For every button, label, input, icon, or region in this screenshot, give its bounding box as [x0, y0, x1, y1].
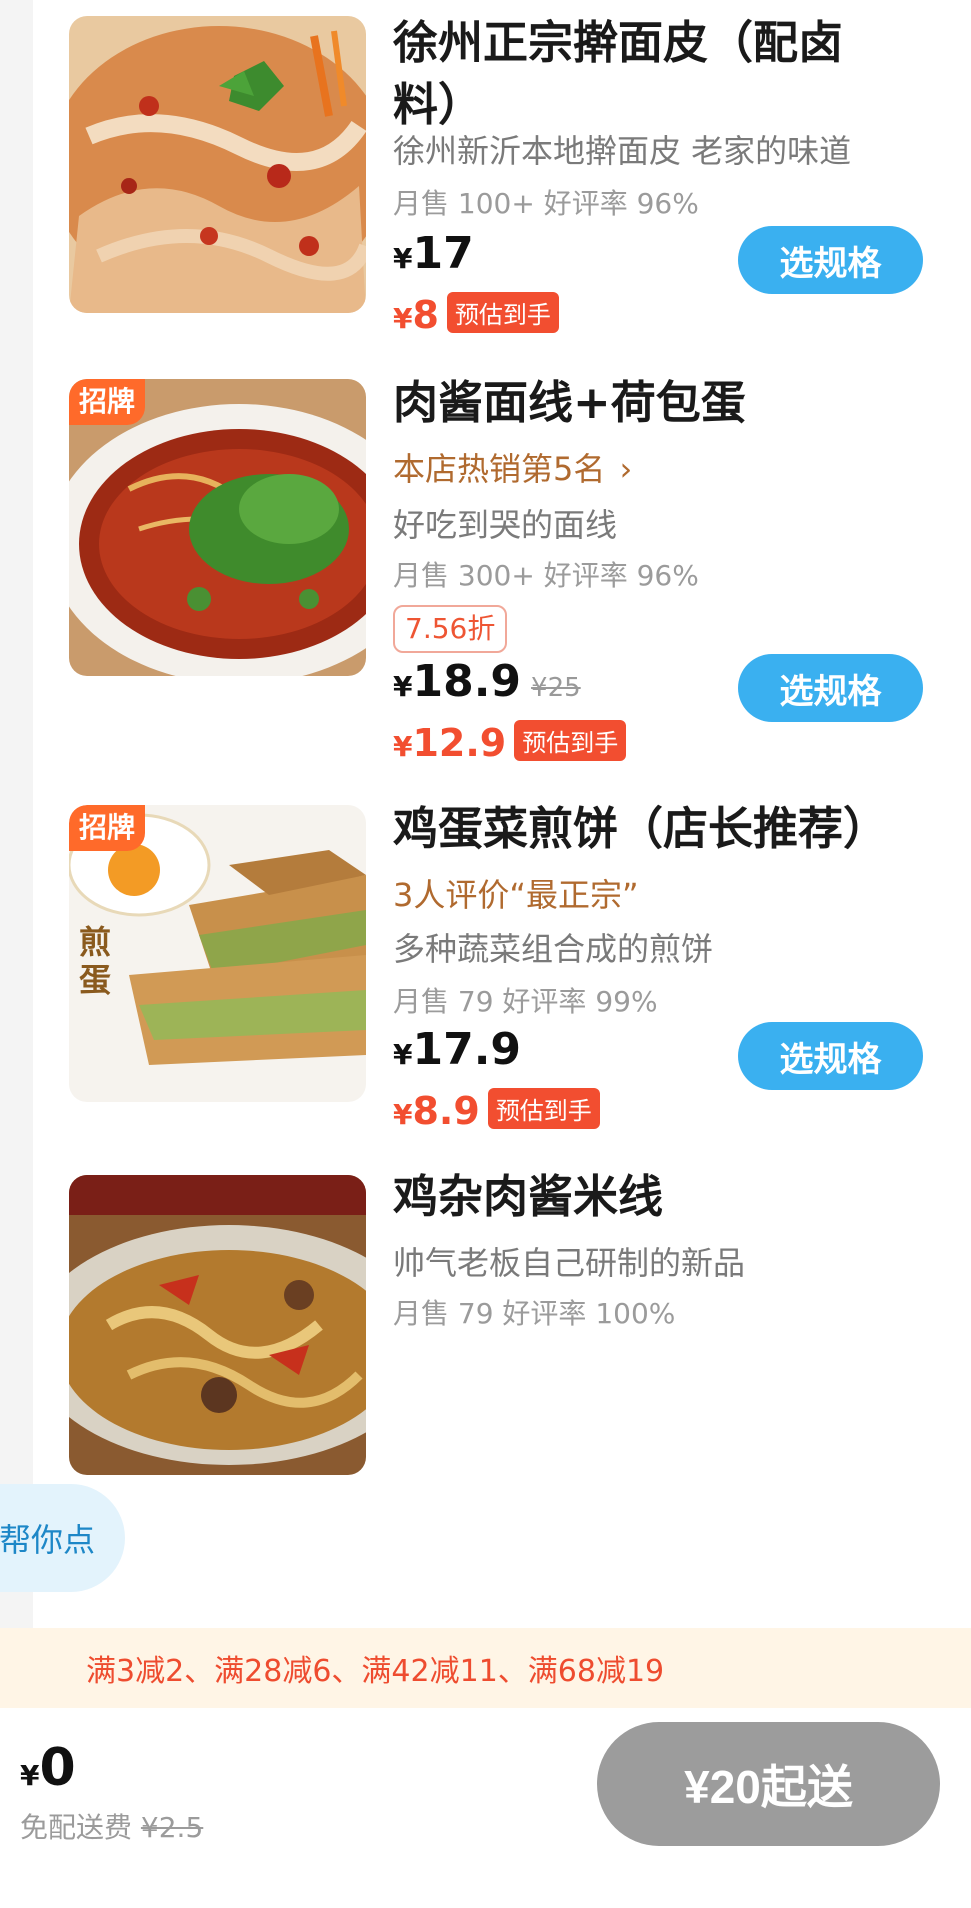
original-price: ¥25	[531, 673, 581, 703]
food-image[interactable]: 招牌	[69, 379, 366, 676]
estimated-price: ¥12.9 预估到手	[393, 720, 627, 765]
cart-total: ¥0	[20, 1738, 76, 1798]
estimated-price-tag: 预估到手	[514, 720, 627, 761]
item-title-line-1: 徐州正宗擀面皮（配卤	[393, 16, 844, 69]
food-image-graphic	[69, 16, 366, 313]
signature-badge: 招牌	[69, 379, 146, 425]
item-sales: 月售 79 好评率 99%	[393, 985, 658, 1018]
item-title: 鸡蛋菜煎饼（店长推荐）	[393, 802, 889, 855]
food-image[interactable]	[69, 16, 366, 313]
promotion-text: 满3减2、满28减6、满42减11、满68减19	[86, 1654, 665, 1689]
image-caption: 煎蛋	[79, 923, 112, 999]
estimated-price: ¥8.9 预估到手	[393, 1088, 600, 1133]
promotion-bar: 满3减2、满28减6、满42减11、满68减19	[0, 1628, 971, 1708]
currency-symbol: ¥	[20, 1759, 40, 1792]
currency-symbol: ¥	[393, 1038, 413, 1071]
food-image[interactable]: 招牌 煎蛋	[69, 805, 366, 1102]
item-description: 多种蔬菜组合成的煎饼	[393, 930, 714, 968]
currency-symbol: ¥	[393, 242, 413, 275]
currency-symbol: ¥	[393, 302, 413, 335]
item-price: ¥18.9 ¥25	[393, 656, 581, 707]
estimated-price-tag: 预估到手	[487, 1088, 600, 1129]
food-image[interactable]	[69, 1175, 366, 1475]
currency-symbol: ¥	[393, 1098, 413, 1131]
item-price: ¥17	[393, 228, 474, 279]
estimated-price-value: 12.9	[412, 721, 507, 765]
currency-symbol: ¥	[393, 730, 413, 763]
estimated-price-value: 8.9	[412, 1089, 480, 1133]
estimated-price-value: 8	[412, 293, 439, 337]
item-description: 帅气老板自己研制的新品	[393, 1244, 746, 1282]
item-title-line-2: 料）	[393, 78, 484, 131]
delivery-fee-label: 免配送费	[20, 1811, 133, 1844]
price-value: 17.9	[412, 1024, 522, 1075]
select-spec-button[interactable]: 选规格	[738, 1022, 923, 1090]
menu-list[interactable]: 徐州正宗擀面皮（配卤 料） 徐州新沂本地擀面皮 老家的味道 月售 100+ 好评…	[33, 0, 971, 1628]
currency-symbol: ¥	[393, 670, 413, 703]
sales-rank-label: 本店热销第5名	[393, 450, 606, 488]
estimated-price: ¥8 预估到手	[393, 292, 559, 337]
minimum-order-button[interactable]: ¥20起送	[597, 1722, 940, 1846]
price-value: 17	[412, 228, 474, 279]
item-title: 徐州正宗擀面皮（配卤 料）	[393, 12, 843, 136]
signature-badge: 招牌	[69, 805, 146, 851]
sales-rank-link[interactable]: 本店热销第5名 ›	[393, 444, 632, 490]
select-spec-button[interactable]: 选规格	[738, 654, 923, 722]
item-description: 好吃到哭的面线	[393, 506, 618, 544]
delivery-fee-original: ¥2.5	[140, 1811, 204, 1844]
select-spec-button[interactable]: 选规格	[738, 226, 923, 294]
item-description: 徐州新沂本地擀面皮 老家的味道	[393, 132, 852, 170]
item-title: 鸡杂肉酱米线	[393, 1170, 664, 1223]
price-value: 18.9	[412, 656, 522, 707]
cart-bar[interactable]: ¥0 免配送费 ¥2.5 ¥20起送	[0, 1708, 971, 1908]
item-price: ¥17.9	[393, 1024, 521, 1075]
estimated-price-tag: 预估到手	[446, 292, 559, 333]
category-sidebar-edge	[0, 0, 33, 1628]
discount-badge: 7.56折	[393, 605, 508, 653]
help-me-order-bubble[interactable]: 帮你点	[0, 1484, 125, 1592]
food-image-graphic	[69, 1175, 366, 1475]
delivery-fee: 免配送费 ¥2.5	[20, 1806, 203, 1846]
review-highlight: 3人评价“最正宗”	[393, 876, 639, 914]
item-sales: 月售 300+ 好评率 96%	[393, 559, 699, 592]
item-sales: 月售 79 好评率 100%	[393, 1297, 676, 1330]
item-title: 肉酱面线+荷包蛋	[393, 376, 746, 429]
cart-total-value: 0	[39, 1738, 76, 1798]
item-sales: 月售 100+ 好评率 96%	[393, 187, 699, 220]
chevron-right-icon: ›	[619, 450, 633, 488]
